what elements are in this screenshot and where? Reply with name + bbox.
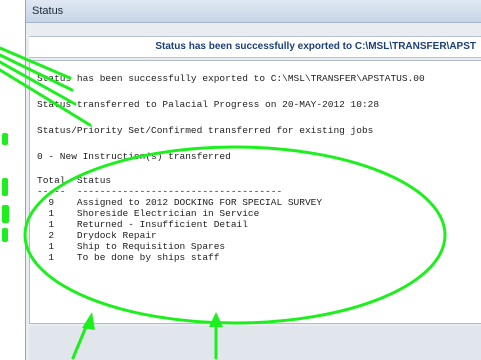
status-window: Status Status has been successfully expo… bbox=[25, 0, 481, 360]
log-line: 2 Drydock Repair bbox=[37, 230, 157, 241]
log-line: 1 Returned - Insufficient Detail bbox=[37, 219, 248, 230]
log-line: ----- ----------------------------------… bbox=[37, 186, 283, 197]
status-banner: Status has been successfully exported to… bbox=[29, 36, 481, 58]
annotation-mark bbox=[2, 133, 8, 145]
log-line: 1 To be done by ships staff bbox=[37, 252, 220, 263]
annotation-mark bbox=[2, 205, 9, 223]
status-log-panel[interactable]: Status has been successfully exported to… bbox=[29, 60, 481, 324]
window-title: Status bbox=[26, 0, 481, 23]
log-line: Status/Priority Set/Confirmed transferre… bbox=[37, 125, 374, 136]
log-line: Status has been successfully exported to… bbox=[37, 73, 425, 84]
annotation-mark bbox=[2, 178, 8, 196]
window-footer bbox=[29, 326, 481, 360]
log-line: Total Status bbox=[37, 175, 112, 186]
log-line: 1 Shoreside Electrician in Service bbox=[37, 208, 260, 219]
log-line: 0 - New Instruction(s) transferred bbox=[37, 151, 231, 162]
log-line: Status transferred to Palacial Progress … bbox=[37, 99, 380, 110]
annotation-mark bbox=[2, 228, 8, 242]
log-line: 1 Ship to Requisition Spares bbox=[37, 241, 226, 252]
log-line: 9 Assigned to 2012 DOCKING FOR SPECIAL S… bbox=[37, 197, 323, 208]
